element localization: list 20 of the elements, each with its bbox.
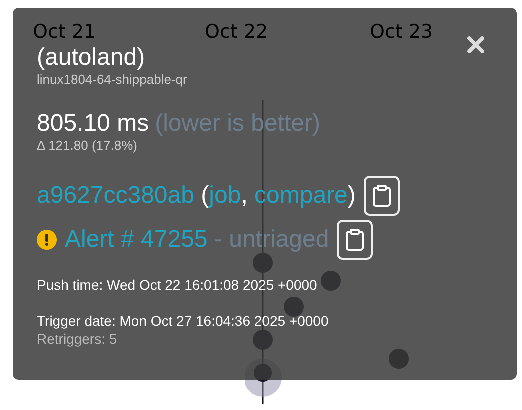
value-note: (lower is better) — [155, 110, 320, 138]
alert-link[interactable]: Alert # 47255 — [65, 222, 208, 258]
push-time: Push time: Wed Oct 22 16:01:08 2025 +0000 — [37, 276, 318, 294]
retriggers-count: Retriggers: 5 — [37, 330, 118, 348]
alert-status: - untriaged — [213, 225, 330, 255]
copy-button[interactable] — [364, 176, 400, 216]
trigger-date: Trigger date: Mon Oct 27 16:04:36 2025 +0000 — [37, 312, 330, 330]
revision-line: a9627cc380ab (job, compare) — [37, 181, 356, 211]
link[interactable]: compare — [254, 182, 348, 209]
warning-icon — [37, 230, 57, 250]
delta-text: Δ 121.80 (17.8%) — [37, 138, 138, 154]
value-text: 805.10 ms — [37, 110, 150, 138]
copy-button[interactable] — [337, 220, 374, 260]
axis-label: Oct 22 — [205, 20, 268, 44]
axis-label: Oct 21 — [33, 20, 96, 44]
platform-label: linux1804-64-shippable-qr — [37, 72, 188, 88]
link[interactable]: job — [209, 182, 242, 209]
link[interactable]: a9627cc380ab — [37, 182, 194, 209]
series-title: (autoland) — [37, 44, 146, 72]
axis-label: Oct 23 — [370, 20, 434, 44]
